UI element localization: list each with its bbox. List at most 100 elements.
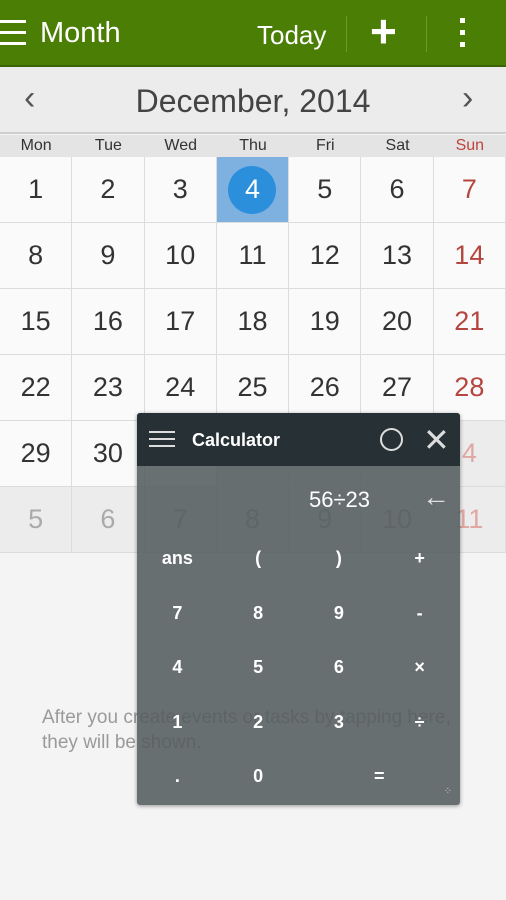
- minimize-circle-icon[interactable]: [380, 428, 403, 451]
- key-button[interactable]: 2: [218, 705, 299, 760]
- day-number: 5: [28, 504, 44, 534]
- backspace-arrow-icon[interactable]: ←: [422, 481, 450, 513]
- day-number: 4: [228, 165, 277, 214]
- day-number: 3: [172, 174, 188, 204]
- day-number: 9: [100, 240, 116, 270]
- day-cell[interactable]: 28: [433, 355, 506, 421]
- key-row: 789-: [137, 596, 460, 651]
- key-button[interactable]: =: [299, 759, 461, 814]
- day-cell[interactable]: 24: [144, 355, 217, 421]
- key-button[interactable]: 7: [137, 596, 218, 651]
- today-button[interactable]: Today: [257, 20, 326, 51]
- calculator-keypad: ans() +7 8 9-4 5 6 × 1 2 3 ÷. 0 =: [137, 541, 460, 814]
- day-number: 13: [382, 240, 413, 270]
- day-number: 30: [92, 438, 123, 468]
- key-button[interactable]: 5: [218, 650, 299, 705]
- day-number: 10: [165, 240, 196, 270]
- weekday-thu: Thu: [239, 137, 267, 154]
- day-cell[interactable]: 26: [289, 355, 362, 421]
- day-cell[interactable]: 11: [216, 223, 290, 289]
- weekday-sun: Sun: [455, 137, 485, 154]
- key-row: 1 2 3 ÷: [137, 705, 460, 760]
- divider: [346, 16, 347, 52]
- key-button[interactable]: 1: [137, 705, 218, 760]
- day-cell[interactable]: 21: [433, 289, 506, 355]
- day-number: 20: [382, 306, 413, 336]
- day-cell[interactable]: 30: [72, 421, 145, 487]
- key-row: ans() +: [137, 541, 460, 596]
- day-cell[interactable]: 14: [433, 223, 506, 289]
- day-cell[interactable]: 18: [216, 289, 290, 355]
- key-button[interactable]: ×: [379, 650, 460, 705]
- day-cell[interactable]: 27: [361, 355, 434, 421]
- day-cell[interactable]: 6: [72, 487, 145, 553]
- app-bar: Month Today +: [0, 0, 506, 67]
- key-button[interactable]: -: [379, 596, 460, 651]
- day-cell[interactable]: 29: [0, 421, 73, 487]
- key-row: . 0 =: [137, 759, 460, 814]
- day-number: 23: [92, 372, 123, 402]
- day-cell[interactable]: 20: [361, 289, 434, 355]
- menu-icon[interactable]: [0, 20, 26, 46]
- key-button[interactable]: 4: [137, 650, 218, 705]
- calculator-titlebar[interactable]: Calculator ✕: [137, 413, 460, 466]
- day-cell[interactable]: 16: [72, 289, 145, 355]
- day-number: 24: [165, 372, 196, 402]
- week-row: 8 9 10 11 12 13 14: [0, 223, 506, 289]
- day-number: 6: [100, 504, 116, 534]
- key-button[interactable]: +: [379, 541, 460, 596]
- day-cell[interactable]: 12: [289, 223, 362, 289]
- close-icon[interactable]: ✕: [423, 421, 450, 459]
- view-title[interactable]: Month: [40, 17, 121, 50]
- day-number: 2: [100, 174, 116, 204]
- day-cell[interactable]: 9: [72, 223, 145, 289]
- day-cell[interactable]: 4: [216, 157, 290, 223]
- key-button[interactable]: .: [137, 759, 218, 814]
- weekday-wed: Wed: [164, 137, 197, 154]
- day-number: 14: [454, 240, 485, 270]
- key-button[interactable]: 6: [299, 650, 380, 705]
- day-cell[interactable]: 8: [0, 223, 73, 289]
- day-cell[interactable]: 5: [289, 157, 362, 223]
- day-cell[interactable]: 15: [0, 289, 73, 355]
- key-button[interactable]: ): [299, 541, 380, 596]
- day-cell[interactable]: 22: [0, 355, 73, 421]
- day-number: 28: [454, 372, 485, 402]
- calculator-window: Calculator ✕ 56÷23 ← ans() +7 8 9-4 5 6 × 1 2 3 ÷.…: [137, 413, 460, 805]
- day-cell[interactable]: 13: [361, 223, 434, 289]
- key-button[interactable]: ÷: [379, 705, 460, 760]
- day-number: 22: [20, 372, 51, 402]
- day-cell[interactable]: 10: [144, 223, 217, 289]
- day-cell[interactable]: 25: [216, 355, 290, 421]
- add-icon[interactable]: +: [370, 6, 397, 56]
- key-button[interactable]: 9: [299, 596, 380, 651]
- day-cell[interactable]: 6: [361, 157, 434, 223]
- key-row: 4 5 6 ×: [137, 650, 460, 705]
- next-month-icon[interactable]: ›: [462, 79, 473, 118]
- key-button[interactable]: (: [218, 541, 299, 596]
- day-cell[interactable]: 1: [0, 157, 73, 223]
- day-cell[interactable]: 7: [433, 157, 506, 223]
- day-cell[interactable]: 19: [289, 289, 362, 355]
- day-cell[interactable]: 23: [72, 355, 145, 421]
- menu-icon[interactable]: [149, 431, 175, 452]
- key-button[interactable]: ans: [137, 541, 218, 596]
- key-button[interactable]: 3: [299, 705, 380, 760]
- calculator-display: 56÷23: [308, 487, 370, 512]
- day-number: 15: [20, 306, 51, 336]
- day-number: 11: [238, 240, 267, 270]
- day-number: 7: [461, 174, 477, 204]
- key-button[interactable]: 8: [218, 596, 299, 651]
- day-cell[interactable]: 3: [144, 157, 217, 223]
- more-options-icon[interactable]: [460, 18, 468, 54]
- day-cell[interactable]: 5: [0, 487, 73, 553]
- day-cell[interactable]: 2: [72, 157, 145, 223]
- day-cell[interactable]: 17: [144, 289, 217, 355]
- day-number: 1: [28, 174, 44, 204]
- resize-grip-icon[interactable]: ⁘: [444, 786, 452, 797]
- week-row: 15 16 17 18 19 20 21: [0, 289, 506, 355]
- day-number: 6: [389, 174, 405, 204]
- key-button[interactable]: 0: [218, 759, 299, 814]
- week-row: 1 2 3 4 5 6 7: [0, 157, 506, 223]
- day-number: 27: [382, 372, 413, 402]
